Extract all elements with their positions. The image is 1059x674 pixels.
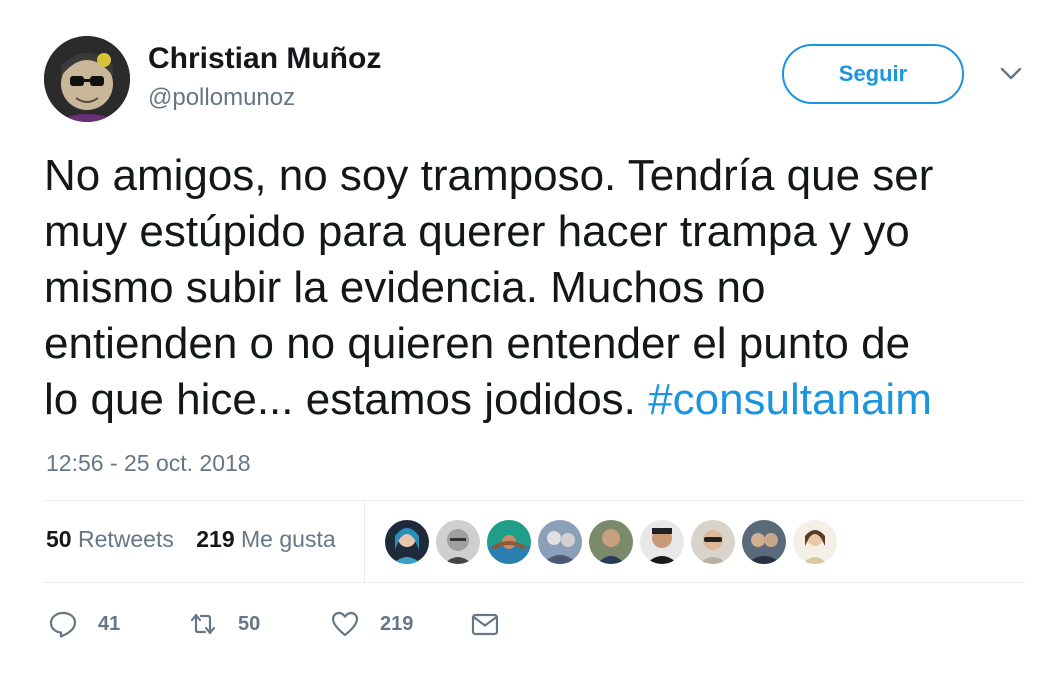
user-handle[interactable]: @pollomunoz [148,84,295,112]
likes-stat[interactable]: 219 Me gusta [196,526,335,553]
retweet-icon [190,613,216,635]
tweet-text: No amigos, no soy tramposo. Tendría que … [44,148,1034,428]
reply-button[interactable]: 41 [48,606,120,642]
tweet-card: Christian Muñoz @pollomunoz Seguir No am… [0,0,1059,674]
tweet-timestamp[interactable]: 12:56 - 25 oct. 2018 [46,450,251,477]
reply-icon [49,611,77,638]
likes-count: 219 [196,526,235,552]
chevron-down-icon[interactable] [1000,66,1022,82]
envelope-icon [471,613,499,636]
divider [44,500,1025,501]
likes-label: Me gusta [241,526,336,552]
liker-avatar[interactable] [589,520,633,564]
retweets-stat[interactable]: 50 Retweets [46,526,174,553]
direct-message-button[interactable] [470,606,500,642]
follow-button[interactable]: Seguir [782,44,964,104]
liker-avatar[interactable] [691,520,735,564]
tweet-text-line: mismo subir la evidencia. Muchos no [44,263,766,312]
tweet-text-last: lo que hice... estamos jodidos. [44,375,649,424]
liker-avatar[interactable] [436,520,480,564]
retweets-label: Retweets [77,526,174,552]
like-count: 219 [380,612,414,635]
heart-icon [331,611,359,637]
retweets-count: 50 [46,526,72,552]
liker-avatar[interactable] [742,520,786,564]
liker-avatar[interactable] [640,520,684,564]
reply-count: 41 [98,612,121,635]
user-avatar[interactable] [44,36,130,122]
display-name[interactable]: Christian Muñoz [148,42,381,76]
tweet-text-line: No amigos, no soy tramposo. Tendría que … [44,151,934,200]
retweet-count: 50 [238,612,261,635]
retweet-button[interactable]: 50 [188,606,260,642]
tweet-text-line: muy estúpido para querer hacer trampa y … [44,207,910,256]
tweet-text-line: entienden o no quieren entender el punto… [44,319,911,368]
hashtag-link[interactable]: #consultanaim [648,375,932,424]
divider-vertical [364,502,365,582]
like-button[interactable]: 219 [330,606,413,642]
tweet-text-line: lo que hice... estamos jodidos. #consult… [44,372,1034,428]
user-avatar-image [44,36,130,122]
liker-avatar[interactable] [793,520,837,564]
divider [44,582,1025,583]
liker-avatar[interactable] [385,520,429,564]
tweet-stats: 50 Retweets 219 Me gusta [46,526,352,553]
liker-avatar[interactable] [487,520,531,564]
liker-avatar[interactable] [538,520,582,564]
